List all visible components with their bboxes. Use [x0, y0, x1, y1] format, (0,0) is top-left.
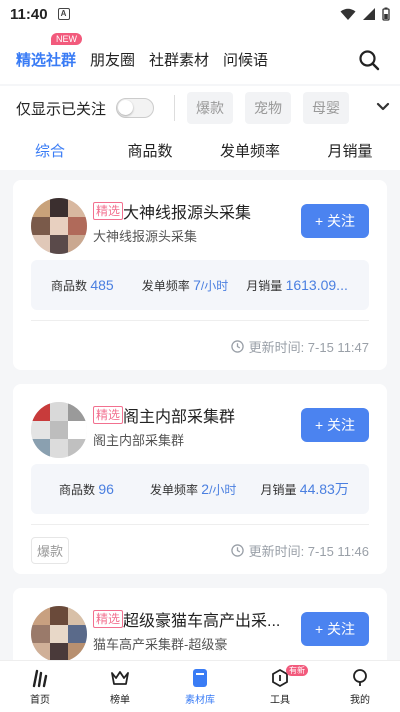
stat-value: 96	[98, 480, 114, 497]
sort-overall[interactable]: 综合	[0, 140, 100, 161]
nav-material-library[interactable]: 素材库	[160, 661, 240, 712]
stat-value: 485	[90, 276, 114, 293]
crown-icon	[110, 667, 130, 689]
search-icon[interactable]	[358, 49, 380, 76]
followed-only-toggle[interactable]	[116, 98, 155, 118]
tab-moments[interactable]: 朋友圈	[90, 49, 135, 70]
home-icon	[30, 667, 50, 689]
follow-button[interactable]: + 关注	[301, 204, 369, 238]
nav-home[interactable]: 首页	[0, 661, 80, 712]
sort-monthly-sales[interactable]: 月销量	[300, 140, 400, 161]
featured-tag: 精选	[93, 406, 124, 424]
battery-icon	[382, 7, 390, 21]
status-icons	[340, 7, 390, 21]
group-avatar	[31, 606, 87, 662]
group-title: 超级豪猫车高产出采...	[123, 613, 281, 630]
stat-sales: 月销量 1613.09...	[246, 277, 348, 294]
filter-row: 仅显示已关注 爆款 宠物 母婴	[0, 86, 400, 130]
sort-tabs: 综合 商品数 发单频率 月销量	[0, 130, 400, 170]
sort-post-frequency[interactable]: 发单频率	[200, 140, 300, 161]
tab-label: 精选社群	[16, 52, 77, 69]
tab-greetings[interactable]: 问候语	[223, 49, 268, 70]
stat-label: 商品数	[59, 482, 96, 497]
tab-label: 朋友圈	[90, 52, 136, 69]
wifi-icon	[340, 8, 356, 20]
tab-featured-groups[interactable]: 精选社群 NEW	[16, 33, 83, 70]
stat-products: 商品数 485	[51, 277, 114, 294]
chip-pets[interactable]: 宠物	[245, 92, 292, 124]
group-avatar	[31, 402, 87, 458]
stats-panel: 商品数 96 发单频率 2/小时 月销量 44.83万	[31, 464, 369, 514]
stat-label: 商品数	[51, 278, 88, 293]
featured-tag: 精选	[93, 202, 124, 220]
nav-label: 工具	[270, 695, 290, 706]
stat-value: 1613.09...	[285, 276, 348, 293]
chevron-down-icon[interactable]	[376, 99, 390, 117]
tab-label: 社群素材	[149, 52, 210, 69]
stat-frequency: 发单频率 7/小时	[142, 277, 229, 294]
bottom-nav: 首页 榜单 素材库 有新 工具 我的	[0, 660, 400, 712]
divider	[174, 95, 176, 121]
nav-profile[interactable]: 我的	[320, 661, 400, 712]
sort-product-count[interactable]: 商品数	[100, 140, 200, 161]
group-title: 阁主内部采集群	[123, 409, 236, 426]
status-bar: 11:40 A	[0, 0, 400, 28]
group-title: 大神线报源头采集	[123, 205, 252, 222]
tab-label: 问候语	[223, 52, 269, 69]
nav-label: 榜单	[110, 695, 130, 706]
category-tag[interactable]: 爆款	[31, 537, 70, 564]
stat-value: 7	[193, 276, 201, 293]
nav-label: 我的	[350, 695, 370, 706]
group-card[interactable]: 精选 大神线报源头采集 大神线报源头采集 + 关注 商品数 485 发单频率 7…	[13, 180, 387, 370]
followed-only-label: 仅显示已关注	[16, 100, 107, 118]
stats-panel: 商品数 485 发单频率 7/小时 月销量 1613.09...	[31, 260, 369, 310]
status-time: 11:40	[10, 5, 48, 23]
update-text: 更新时间: 7-15 11:47	[248, 340, 369, 355]
nav-ranking[interactable]: 榜单	[80, 661, 160, 712]
chip-hot[interactable]: 爆款	[187, 92, 234, 124]
stat-frequency: 发单频率 2/小时	[150, 481, 237, 498]
stat-unit: /小时	[209, 482, 237, 497]
stat-label: 发单频率	[141, 278, 190, 293]
update-time: 更新时间: 7-15 11:46	[230, 541, 369, 560]
divider	[31, 524, 369, 525]
tab-group-material[interactable]: 社群素材	[149, 49, 209, 70]
nav-label: 素材库	[185, 695, 215, 706]
nav-tools[interactable]: 有新 工具	[240, 661, 320, 712]
category-tabs: 精选社群 NEW 朋友圈 社群素材 问候语	[0, 28, 400, 84]
stat-label: 月销量	[260, 483, 297, 497]
featured-tag: 精选	[93, 610, 124, 628]
stat-label: 月销量	[246, 278, 283, 293]
signal-icon	[363, 7, 375, 20]
follow-button[interactable]: + 关注	[301, 408, 369, 442]
stat-products: 商品数 96	[59, 481, 114, 498]
group-subtitle: 猫车高产采集群-超级豪	[93, 637, 228, 652]
stat-value: 2	[201, 480, 210, 497]
group-subtitle: 阁主内部采集群	[93, 433, 185, 448]
stat-value: 44.83万	[299, 481, 349, 497]
stat-sales: 月销量 44.83万	[260, 479, 348, 499]
clock-icon	[230, 340, 244, 353]
profile-icon	[350, 667, 370, 689]
clock-icon	[230, 544, 244, 557]
follow-button[interactable]: + 关注	[301, 612, 369, 646]
new-badge: 有新	[286, 665, 308, 676]
notification-icon: A	[57, 8, 70, 20]
new-badge: NEW	[51, 33, 83, 45]
material-icon	[192, 667, 208, 689]
group-subtitle: 大神线报源头采集	[93, 229, 198, 244]
stat-label: 发单频率	[149, 482, 198, 497]
divider	[31, 320, 369, 321]
stat-unit: /小时	[200, 278, 229, 293]
nav-label: 首页	[30, 695, 50, 706]
group-avatar	[31, 198, 87, 254]
chip-baby[interactable]: 母婴	[303, 92, 350, 124]
group-card[interactable]: 精选 阁主内部采集群 阁主内部采集群 + 关注 商品数 96 发单频率 2/小时…	[13, 384, 387, 574]
update-time: 更新时间: 7-15 11:47	[230, 337, 369, 356]
toggle-knob	[118, 100, 134, 115]
update-text: 更新时间: 7-15 11:46	[248, 544, 369, 559]
